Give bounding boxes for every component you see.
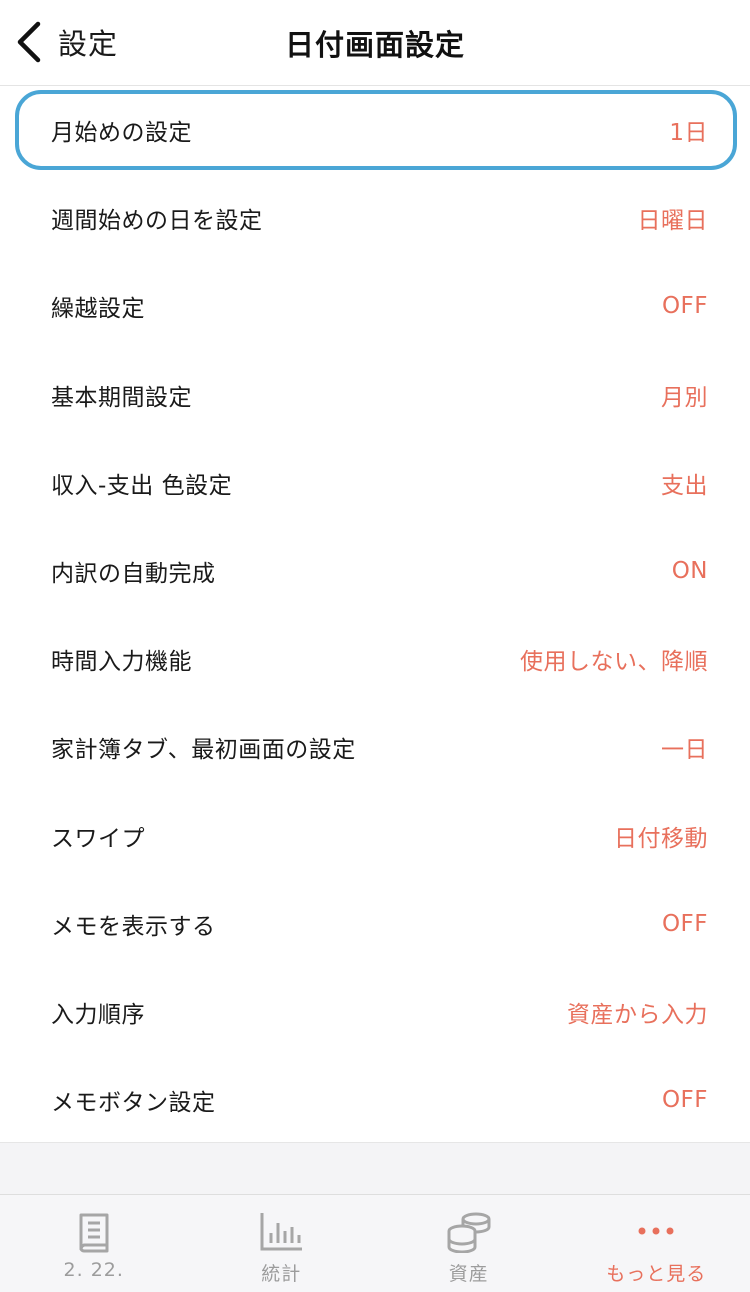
coins-icon bbox=[447, 1212, 491, 1253]
setting-row-initial-screen[interactable]: 家計簿タブ、最初画面の設定 一日 bbox=[0, 703, 750, 791]
setting-label: メモを表示する bbox=[51, 913, 216, 940]
nav-header: 設定 日付画面設定 bbox=[0, 0, 750, 86]
setting-value: 日曜日 bbox=[637, 208, 708, 235]
setting-value: 1日 bbox=[669, 120, 708, 147]
setting-row-carryover[interactable]: 繰越設定 OFF bbox=[0, 262, 750, 350]
tab-label: もっと見る bbox=[606, 1263, 707, 1285]
setting-value: OFF bbox=[661, 1087, 708, 1114]
setting-value: 資産から入力 bbox=[567, 1001, 708, 1028]
book-icon bbox=[79, 1213, 109, 1253]
setting-row-month-start[interactable]: 月始めの設定 1日 bbox=[0, 86, 750, 174]
back-button[interactable]: 設定 bbox=[14, 18, 118, 66]
setting-row-input-order[interactable]: 入力順序 資産から入力 bbox=[0, 968, 750, 1056]
tab-label: 2. 22. bbox=[63, 1259, 124, 1281]
setting-label: 時間入力機能 bbox=[51, 649, 192, 676]
setting-label: 家計簿タブ、最初画面の設定 bbox=[51, 737, 356, 764]
setting-value: OFF bbox=[661, 293, 708, 320]
date-screen-settings-page: 設定 日付画面設定 月始めの設定 1日 週間始めの日を設定 日曜日 繰越設定 O… bbox=[0, 0, 750, 1292]
setting-value: 一日 bbox=[661, 737, 708, 764]
setting-value: 日付移動 bbox=[614, 825, 708, 852]
settings-list: 月始めの設定 1日 週間始めの日を設定 日曜日 繰越設定 OFF 基本期間設定 … bbox=[0, 86, 750, 1144]
setting-label: 週間始めの日を設定 bbox=[51, 208, 263, 235]
setting-row-memo-button[interactable]: メモボタン設定 OFF bbox=[0, 1056, 750, 1144]
tab-bar: 2. 22. 統計 資産 もっと見る bbox=[0, 1194, 750, 1292]
tab-label: 資産 bbox=[448, 1263, 489, 1285]
setting-row-income-expense-color[interactable]: 収入-支出 色設定 支出 bbox=[0, 439, 750, 527]
setting-row-time-input[interactable]: 時間入力機能 使用しない、降順 bbox=[0, 615, 750, 703]
setting-label: メモボタン設定 bbox=[51, 1090, 216, 1117]
setting-value: 支出 bbox=[661, 472, 708, 499]
setting-row-swipe[interactable]: スワイプ 日付移動 bbox=[0, 792, 750, 880]
tab-more[interactable]: もっと見る bbox=[563, 1195, 750, 1292]
setting-label: 内訳の自動完成 bbox=[51, 561, 216, 588]
tab-label: 統計 bbox=[261, 1263, 302, 1285]
tab-ledger[interactable]: 2. 22. bbox=[0, 1195, 188, 1292]
setting-value: OFF bbox=[661, 910, 708, 937]
setting-row-autocomplete[interactable]: 内訳の自動完成 ON bbox=[0, 527, 750, 615]
setting-row-default-period[interactable]: 基本期間設定 月別 bbox=[0, 351, 750, 439]
tab-statistics[interactable]: 統計 bbox=[188, 1195, 376, 1292]
setting-label: 入力順序 bbox=[51, 1001, 145, 1028]
setting-value: 使用しない、降順 bbox=[520, 649, 708, 676]
chevron-left-icon bbox=[17, 21, 41, 63]
setting-value: ON bbox=[671, 558, 708, 585]
setting-value: 月別 bbox=[661, 384, 708, 411]
back-label: 設定 bbox=[58, 27, 119, 61]
setting-label: 基本期間設定 bbox=[51, 384, 192, 411]
bar-chart-icon bbox=[260, 1213, 303, 1251]
more-dots-icon bbox=[638, 1227, 674, 1235]
list-footer-spacer bbox=[0, 1142, 750, 1194]
setting-label: 月始めの設定 bbox=[51, 120, 192, 147]
setting-row-week-start[interactable]: 週間始めの日を設定 日曜日 bbox=[0, 174, 750, 262]
tab-assets[interactable]: 資産 bbox=[375, 1195, 563, 1292]
setting-label: スワイプ bbox=[51, 825, 145, 852]
setting-label: 繰越設定 bbox=[51, 296, 145, 323]
setting-row-show-memo[interactable]: メモを表示する OFF bbox=[0, 880, 750, 968]
page-title: 日付画面設定 bbox=[284, 28, 465, 62]
setting-label: 収入-支出 色設定 bbox=[51, 472, 233, 499]
